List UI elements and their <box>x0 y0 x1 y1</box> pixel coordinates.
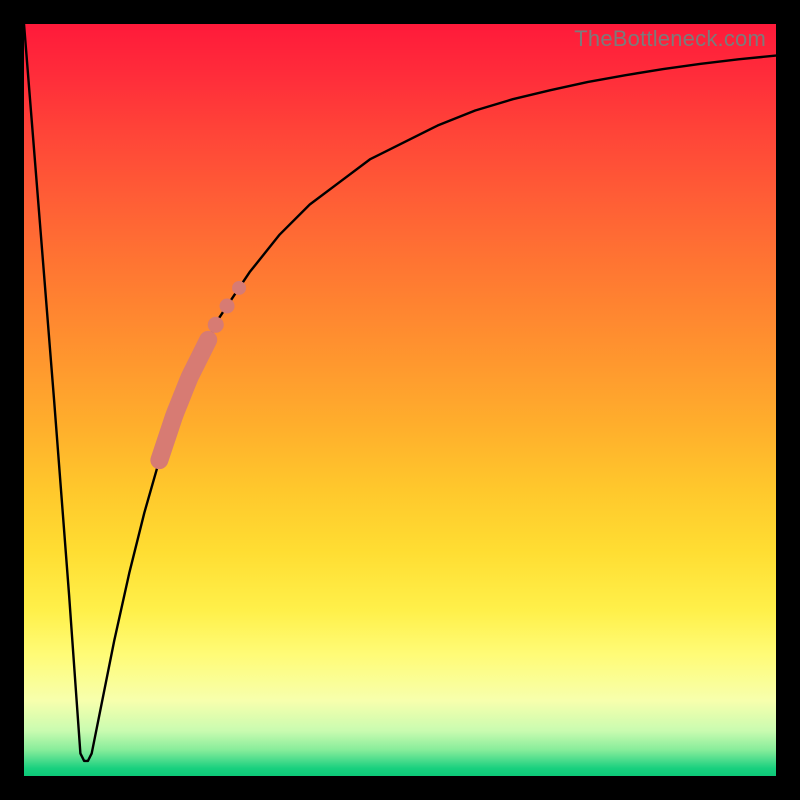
curve-layer <box>24 24 776 776</box>
highlight-thick-segment <box>159 340 208 460</box>
highlight-dot <box>232 281 246 295</box>
chart-frame: TheBottleneck.com <box>0 0 800 800</box>
plot-area: TheBottleneck.com <box>24 24 776 776</box>
highlight-dots <box>208 281 246 333</box>
highlight-dot <box>208 317 224 333</box>
attribution-watermark: TheBottleneck.com <box>574 26 766 52</box>
bottleneck-curve <box>24 24 776 761</box>
highlight-dot <box>220 299 235 314</box>
